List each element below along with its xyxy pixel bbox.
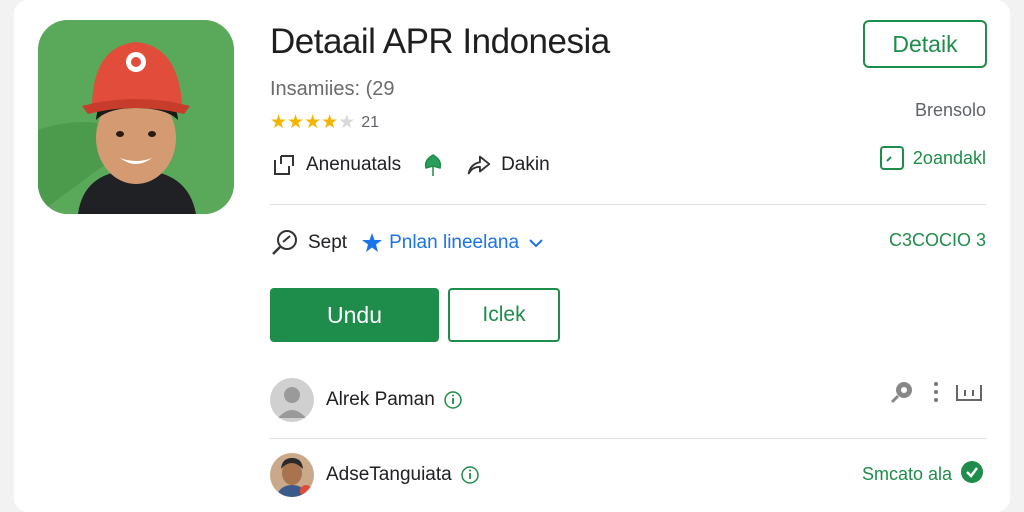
app-icon[interactable] (38, 20, 234, 214)
search-tag-icon (270, 228, 300, 258)
more-vert-icon[interactable] (932, 380, 940, 404)
search-gear-icon[interactable] (888, 377, 918, 407)
tag-primary: Sept (308, 232, 348, 253)
review-status-label: Smcato ala (861, 463, 952, 484)
review-status: Smcato ala (862, 458, 984, 490)
review-row[interactable]: Alrek Paman (270, 376, 463, 424)
reviewer-name: Alrek Paman (326, 389, 435, 410)
rating: ★ ★ ★ ★ ★ 21 (270, 113, 379, 133)
tag-row: Sept Pnlan lineelana (270, 226, 545, 260)
reviewer-name: AdseTanguiata (326, 464, 452, 485)
check-circle-icon (960, 460, 984, 489)
flag-icon[interactable] (954, 381, 984, 403)
right-label-2: 2oandakl (912, 147, 986, 168)
info-icon[interactable] (443, 390, 463, 410)
secondary-button[interactable]: Iclek (448, 288, 560, 342)
info-icon[interactable] (460, 465, 480, 485)
person-cap-portrait (38, 20, 234, 214)
divider (270, 204, 986, 205)
review-tools (888, 376, 984, 408)
meta-row: Anenuatals Dakin (270, 148, 550, 182)
avatar (270, 378, 314, 422)
app-title: Detaail APR Indonesia (270, 22, 610, 61)
right-label-3: C3COCIO 3 (888, 230, 986, 250)
tag-secondary[interactable]: Pnlan lineelana (389, 232, 519, 254)
star-icon: ★ (321, 112, 339, 133)
meta-item-2: Dakin (501, 154, 550, 175)
right-label-2-row[interactable]: 2oandakl (879, 145, 986, 171)
install-button[interactable]: Undu (270, 288, 439, 342)
star-icon: ★ (304, 112, 322, 133)
leaf-pin-icon (419, 151, 447, 179)
meta-item-1: Anenuatals (306, 154, 402, 175)
share-icon[interactable] (465, 151, 493, 179)
star-icon: ★ (270, 112, 288, 133)
right-label-1: Brensolo (914, 100, 986, 120)
divider (270, 438, 986, 439)
star-icon: ★ (287, 112, 305, 133)
installs-label: Insamiies: (29 (270, 78, 395, 100)
avatar (270, 453, 314, 497)
edit-icon[interactable] (270, 151, 298, 179)
detail-button[interactable]: Detaik (863, 20, 987, 68)
star-icon (361, 232, 383, 254)
chevron-down-icon[interactable] (527, 234, 545, 252)
checkbox-icon (879, 145, 905, 171)
review-row[interactable]: AdseTanguiata (270, 451, 480, 499)
rating-stars: ★ ★ ★ ★ ★ (270, 113, 355, 133)
rating-count: 21 (361, 114, 380, 131)
star-icon: ★ (338, 112, 356, 133)
